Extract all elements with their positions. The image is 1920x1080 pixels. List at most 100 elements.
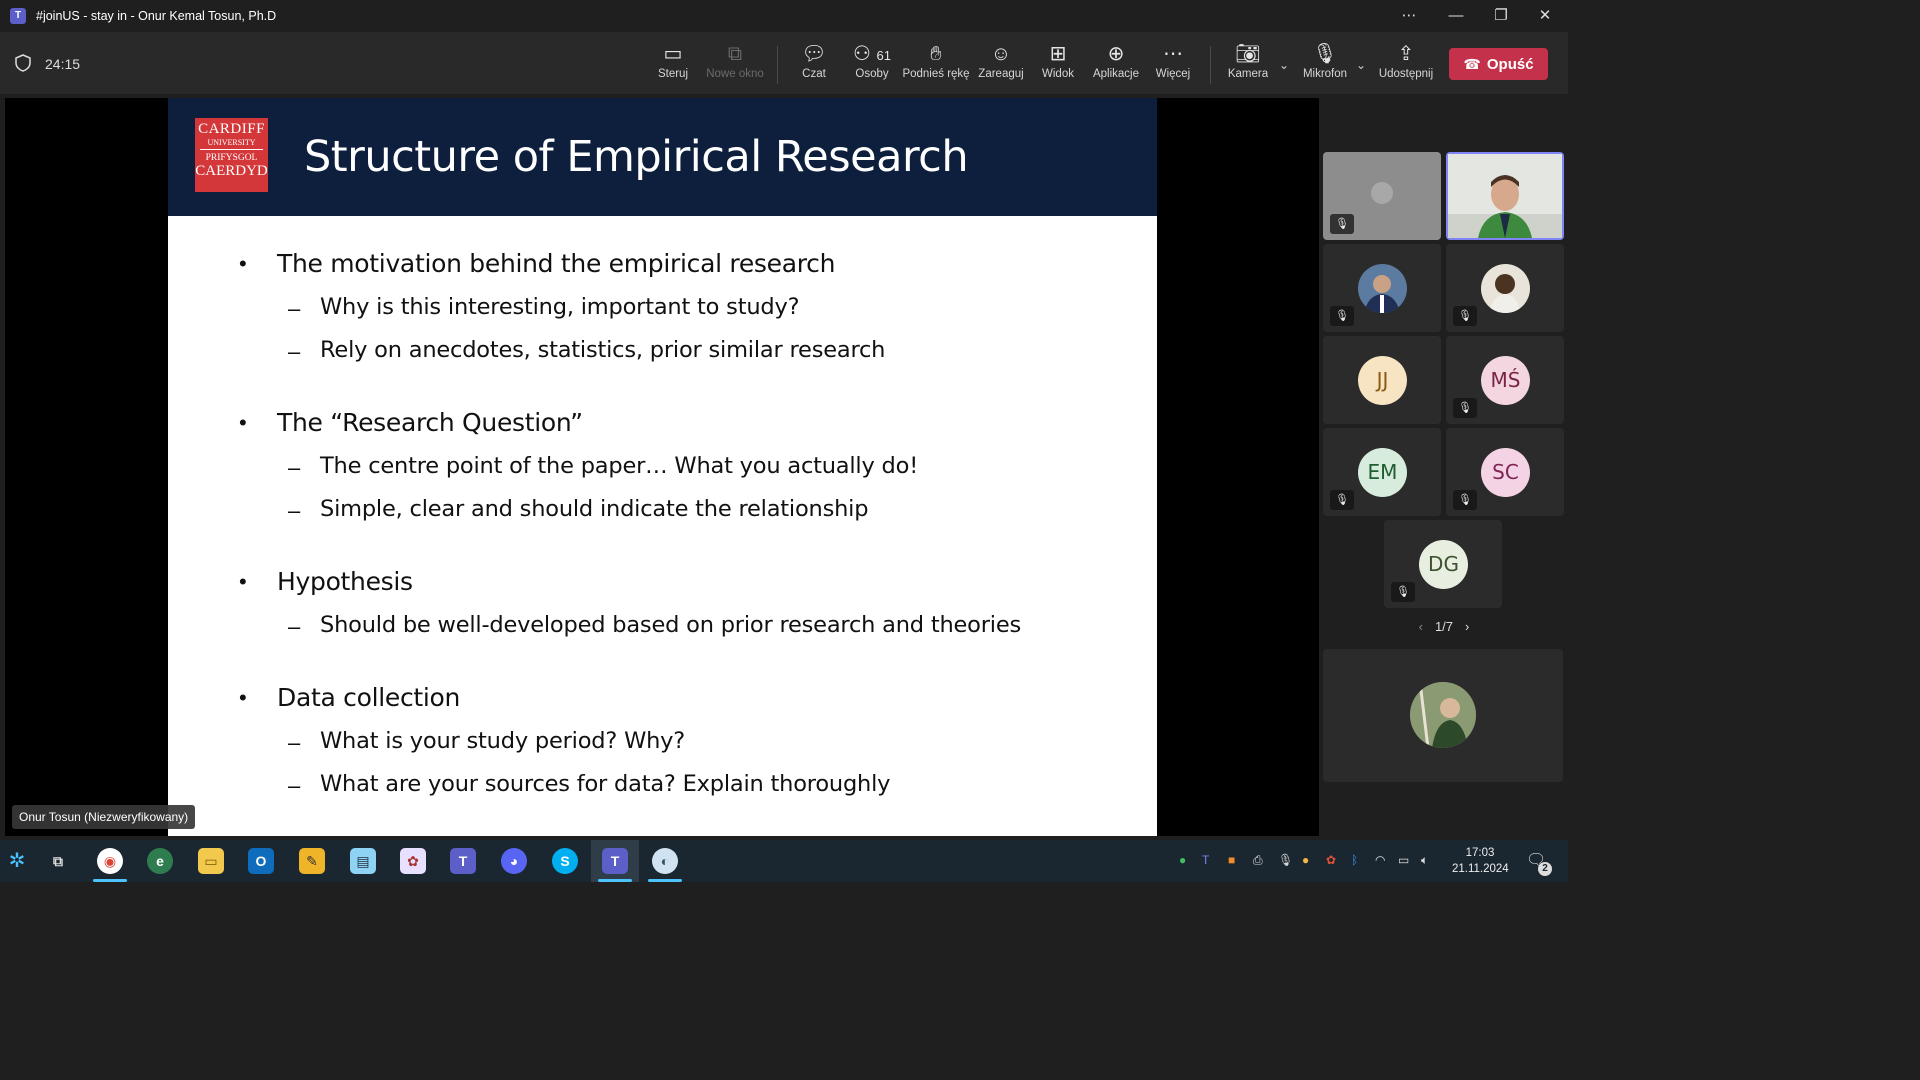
apps-button[interactable]: ⊕ Aplikacje bbox=[1086, 40, 1146, 90]
control-icon: ▭ bbox=[663, 43, 683, 65]
leave-button[interactable]: ☎ Opuść bbox=[1449, 48, 1548, 80]
people-count: 61 bbox=[876, 48, 891, 63]
participant-tile-speaking[interactable] bbox=[1446, 152, 1564, 240]
sub-bullet-item: What are your sources for data? Explain … bbox=[320, 771, 891, 797]
meeting-timer: 24:15 bbox=[45, 56, 81, 72]
mic-off-icon: 🎙︎ bbox=[1330, 490, 1354, 510]
new-window-button[interactable]: ⧉ Nowe okno bbox=[705, 40, 765, 90]
view-button[interactable]: ⊞ Widok bbox=[1028, 40, 1088, 90]
participant-tile[interactable]: DG 🎙︎ bbox=[1384, 520, 1502, 608]
chat-button[interactable]: 💬︎ Czat bbox=[784, 40, 844, 90]
share-button[interactable]: ⇪ Udostępnij bbox=[1376, 40, 1436, 90]
app-tray-icon[interactable]: ■ bbox=[1228, 853, 1235, 867]
more-options-icon[interactable]: ⋯ bbox=[1397, 4, 1421, 28]
mic-icon: 🎙︎ bbox=[1312, 43, 1338, 65]
bullet-item: Data collection bbox=[277, 683, 461, 712]
window-title: #joinUS - stay in - Onur Kemal Tosun, Ph… bbox=[36, 9, 277, 23]
participant-tile[interactable]: 🎙︎ bbox=[1446, 244, 1564, 332]
system-clock[interactable]: 17:03 21.11.2024 bbox=[1452, 845, 1509, 877]
app-tray-icon[interactable]: ✿ bbox=[1326, 853, 1336, 867]
close-icon[interactable]: ✕ bbox=[1533, 4, 1557, 28]
raise-hand-icon: ✋︎ bbox=[930, 43, 942, 65]
participant-tile[interactable]: 🎙︎ bbox=[1323, 244, 1441, 332]
chat-icon: 💬︎ bbox=[801, 43, 827, 65]
chrome-icon[interactable]: ◉ bbox=[97, 848, 123, 874]
title-bar: T #joinUS - stay in - Onur Kemal Tosun, … bbox=[0, 0, 1568, 32]
phone-hangup-icon: ☎ bbox=[1463, 56, 1481, 72]
control-button[interactable]: ▭ Steruj bbox=[643, 40, 703, 90]
chevron-right-icon[interactable]: › bbox=[1465, 619, 1469, 634]
participant-video bbox=[1448, 154, 1562, 238]
presentation-slide: CARDIFF UNIVERSITY PRIFYSGOL CAERDYD Str… bbox=[168, 98, 1157, 836]
notes-app-icon[interactable]: ✎ bbox=[299, 848, 325, 874]
notification-count-badge: 2 bbox=[1538, 862, 1552, 876]
wifi-icon[interactable]: ◠ bbox=[1375, 853, 1385, 867]
kaspersky-tray-icon[interactable]: ● bbox=[1179, 853, 1186, 867]
sub-bullet-dash: – bbox=[288, 730, 301, 755]
task-view-icon[interactable]: ⧉ bbox=[45, 848, 71, 874]
sub-bullet-dash: – bbox=[288, 455, 301, 480]
microphone-button[interactable]: 🎙︎ Mikrofon bbox=[1295, 40, 1355, 90]
minimize-icon[interactable]: — bbox=[1444, 4, 1468, 28]
teams-tray-icon[interactable]: T bbox=[1202, 853, 1209, 867]
react-button[interactable]: ☺ Zareaguj bbox=[971, 40, 1031, 90]
participant-tile[interactable]: JJ bbox=[1323, 336, 1441, 424]
sub-bullet-item: What is your study period? Why? bbox=[320, 728, 686, 754]
sub-bullet-item: Simple, clear and should indicate the re… bbox=[320, 496, 869, 522]
presenter-name-tag: Onur Tosun (Niezweryfikowany) bbox=[12, 805, 196, 829]
outlook-icon[interactable]: O bbox=[248, 848, 274, 874]
slide-title: Structure of Empirical Research bbox=[304, 132, 969, 182]
sub-bullet-item: Rely on anecdotes, statistics, prior sim… bbox=[320, 337, 886, 363]
participant-tile[interactable]: 🎙︎ bbox=[1323, 152, 1441, 240]
file-explorer-icon[interactable]: ▭ bbox=[198, 848, 224, 874]
participant-tile[interactable]: EM 🎙︎ bbox=[1323, 428, 1441, 516]
skype-icon[interactable]: S bbox=[552, 848, 578, 874]
sub-bullet-item: Should be well-developed based on prior … bbox=[320, 612, 1021, 638]
teams-meeting-icon[interactable]: T bbox=[602, 848, 628, 874]
bluetooth-icon[interactable]: ᛒ bbox=[1351, 853, 1358, 867]
participant-initials-avatar: DG bbox=[1419, 540, 1468, 589]
mic-options-chevron-icon[interactable]: ⌄ bbox=[1356, 58, 1366, 72]
sub-bullet-dash: – bbox=[288, 773, 301, 798]
bullet-dot: • bbox=[239, 685, 247, 710]
printer-icon[interactable]: ⎙ bbox=[1253, 853, 1263, 868]
taskbar: ✲ ⧉ ◉ e ▭ O ✎ ▤ ✿ T ◕ S T ◐ ● T ■ ⎙ 🎙︎ ●… bbox=[0, 840, 1568, 882]
paint-icon[interactable]: ✿ bbox=[400, 848, 426, 874]
docs-app-icon[interactable]: ▤ bbox=[350, 848, 376, 874]
people-button[interactable]: ⚇ 61 Osoby bbox=[842, 40, 902, 90]
participant-tile[interactable]: SC 🎙︎ bbox=[1446, 428, 1564, 516]
self-view-tile[interactable] bbox=[1323, 649, 1563, 782]
participant-initials-avatar: JJ bbox=[1358, 356, 1407, 405]
view-icon: ⊞ bbox=[1049, 43, 1067, 65]
bullet-dot: • bbox=[239, 251, 247, 276]
bullet-item: The “Research Question” bbox=[277, 408, 583, 437]
self-avatar bbox=[1410, 682, 1476, 748]
camera-button[interactable]: 📷︎ Kamera bbox=[1218, 40, 1278, 90]
more-button[interactable]: ⋯ Więcej bbox=[1143, 40, 1203, 90]
bullet-item: Hypothesis bbox=[277, 567, 413, 596]
participant-tile[interactable]: MŚ 🎙︎ bbox=[1446, 336, 1564, 424]
sub-bullet-item: Why is this interesting, important to st… bbox=[320, 294, 800, 320]
edge-icon[interactable]: e bbox=[147, 848, 173, 874]
mic-off-icon: 🎙︎ bbox=[1391, 582, 1415, 602]
start-icon[interactable]: ✲ bbox=[4, 848, 30, 874]
participant-photo-avatar bbox=[1481, 264, 1530, 313]
mic-off-icon: 🎙︎ bbox=[1453, 398, 1477, 418]
react-icon: ☺ bbox=[990, 43, 1012, 65]
sub-bullet-dash: – bbox=[288, 296, 301, 321]
battery-icon[interactable]: ▭ bbox=[1398, 853, 1409, 867]
teams-icon[interactable]: T bbox=[450, 848, 476, 874]
volume-icon[interactable]: 🔈︎ bbox=[1421, 853, 1428, 868]
share-icon: ⇪ bbox=[1397, 43, 1415, 65]
mic-off-icon: 🎙︎ bbox=[1453, 306, 1477, 326]
discord-icon[interactable]: ◕ bbox=[501, 848, 527, 874]
sub-bullet-dash: – bbox=[288, 498, 301, 523]
chevron-left-icon[interactable]: ‹ bbox=[1419, 619, 1423, 634]
microphone-tray-icon[interactable]: 🎙︎ bbox=[1278, 853, 1293, 867]
sub-bullet-dash: – bbox=[288, 339, 301, 364]
palette-icon[interactable]: ◐ bbox=[652, 848, 678, 874]
restore-icon[interactable]: ❐ bbox=[1489, 4, 1513, 28]
app-tray-icon[interactable]: ● bbox=[1302, 853, 1309, 867]
bullet-dot: • bbox=[239, 410, 247, 435]
raise-hand-button[interactable]: ✋︎ Podnieś rękę bbox=[902, 40, 969, 90]
